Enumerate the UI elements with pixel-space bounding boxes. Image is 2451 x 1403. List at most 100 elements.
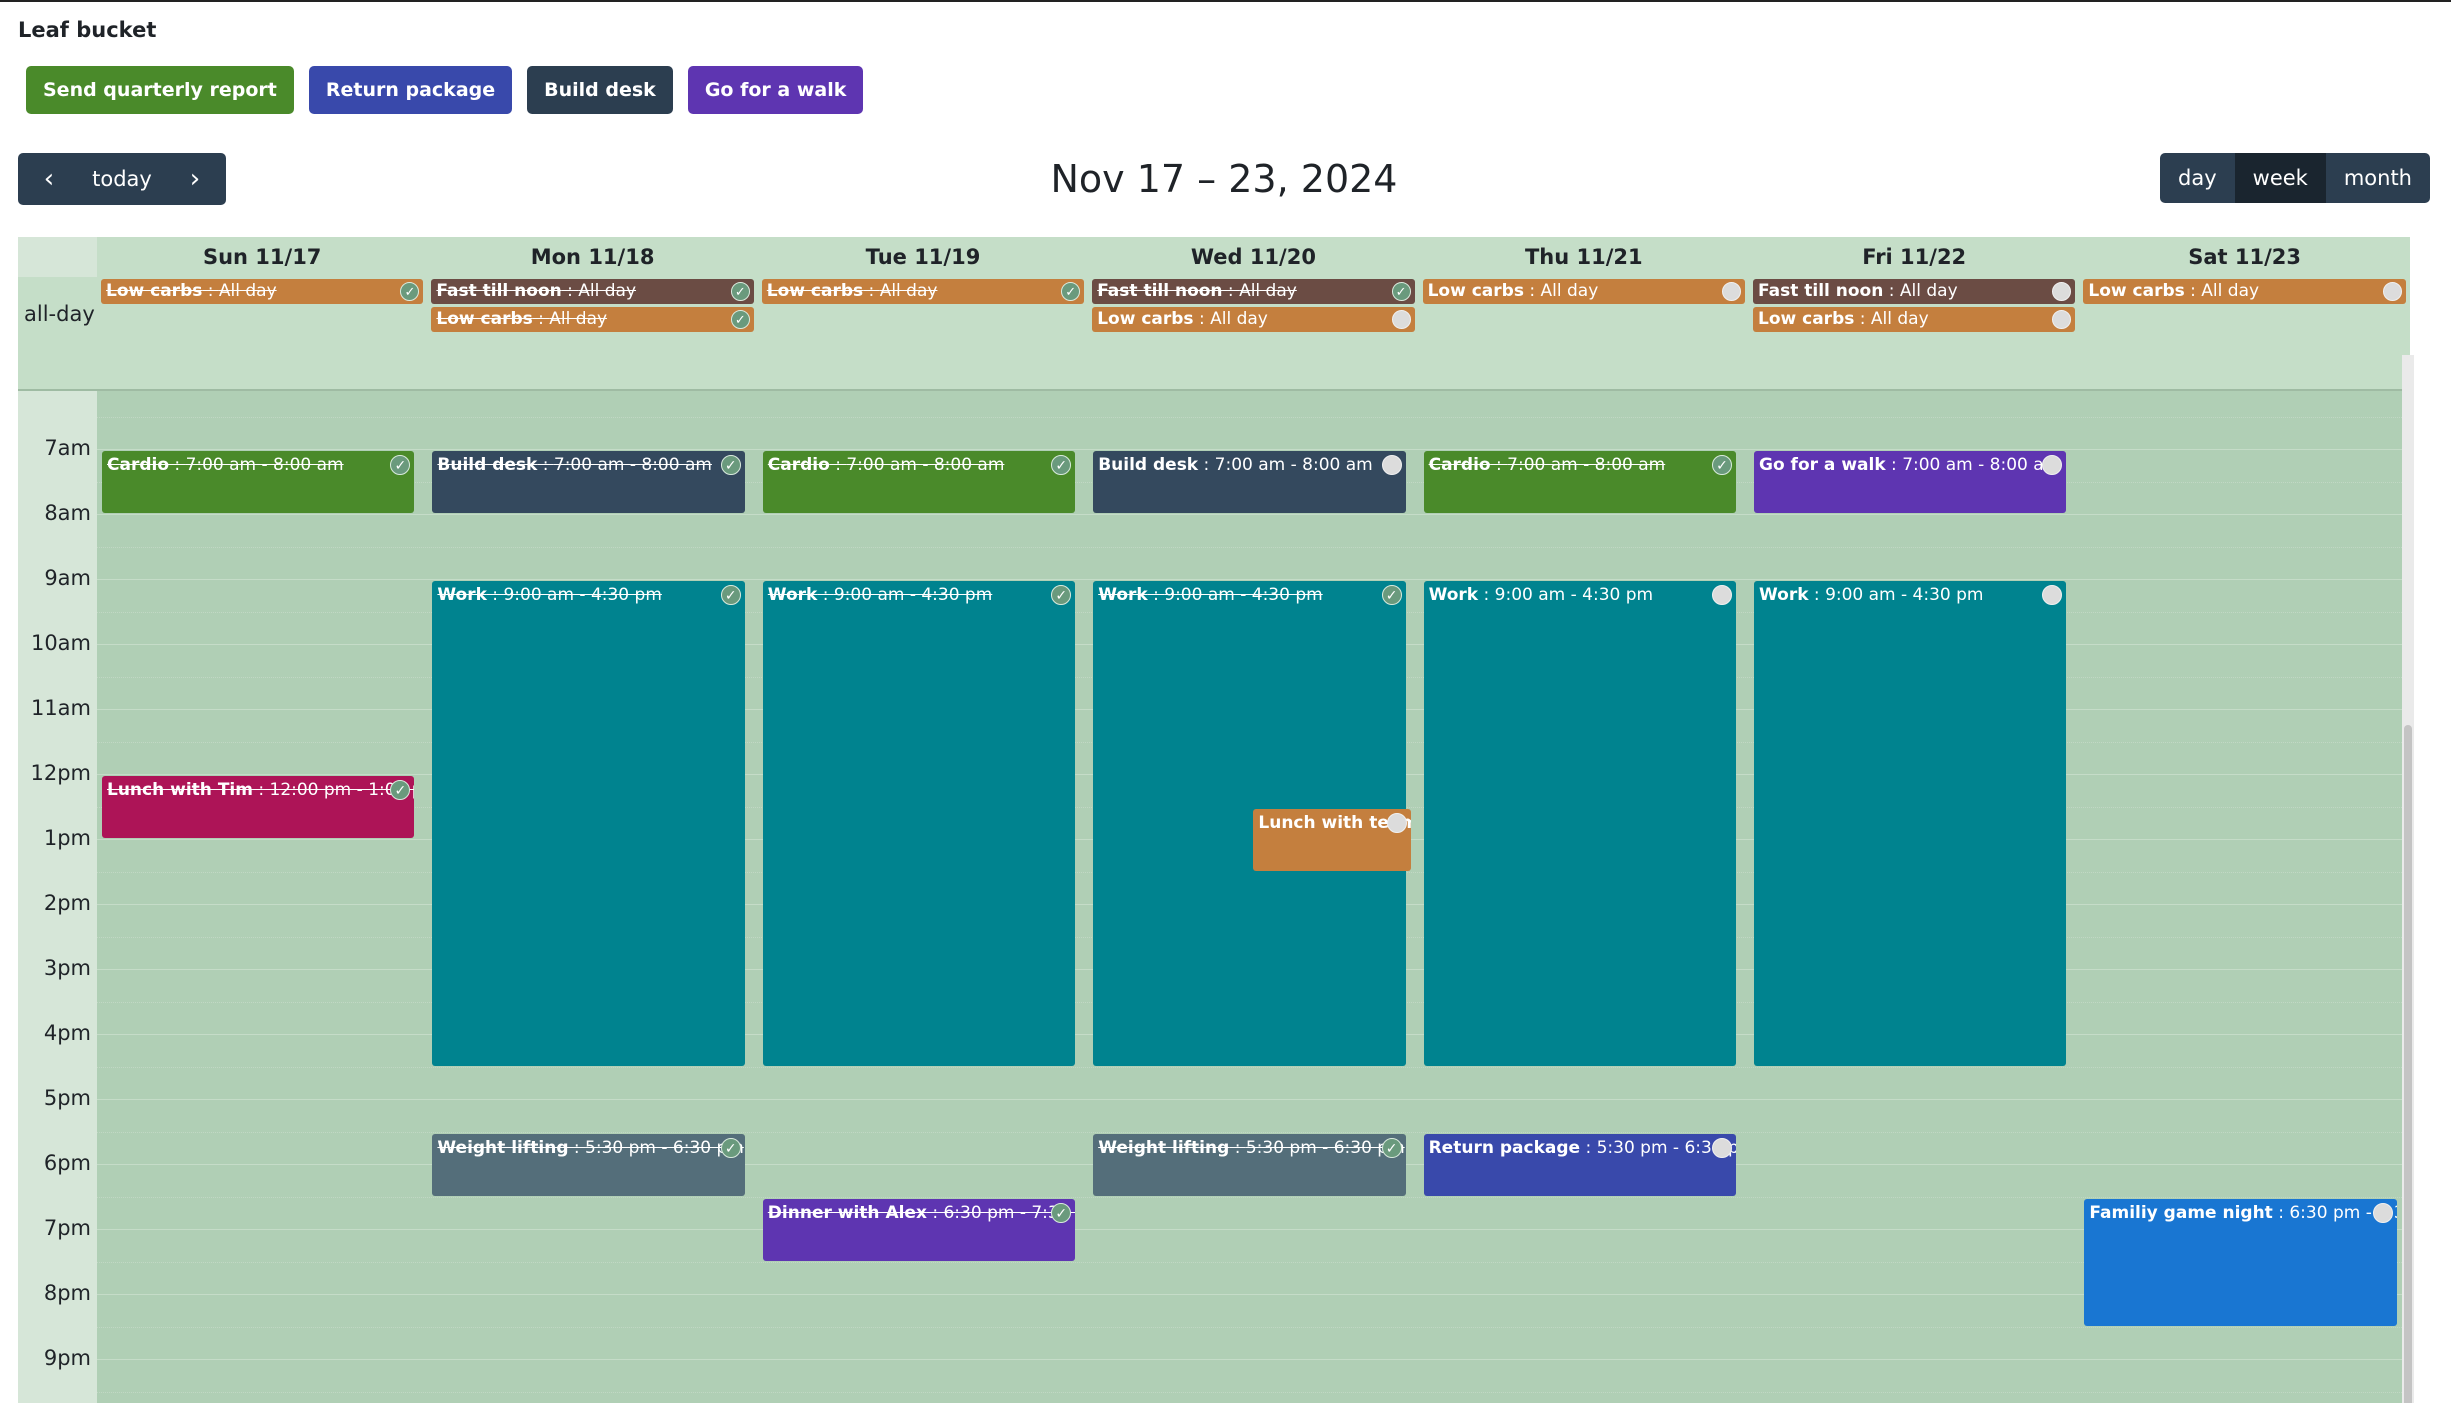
unchecked-circle-icon[interactable] <box>1391 310 1411 329</box>
unchecked-circle-icon[interactable] <box>2042 585 2063 605</box>
today-button[interactable]: today <box>80 153 164 205</box>
event-time: 7:00 am - 8:00 am <box>553 455 712 475</box>
checked-icon[interactable]: ✓ <box>1061 282 1081 301</box>
day-header-sat-11-23[interactable]: Sat 11/23 <box>2079 237 2409 277</box>
chip-go-for-a-walk[interactable]: Go for a walk <box>687 66 864 114</box>
event-dinner-with-alex[interactable]: Dinner with Alex : 6:30 pm - 7:30 pm✓ <box>762 1198 1076 1261</box>
nav-button-group: ‹ today › <box>18 153 226 205</box>
event-cardio[interactable]: Cardio : 7:00 am - 8:00 am ✓ <box>1423 451 1736 513</box>
unchecked-circle-icon[interactable] <box>1721 282 1741 301</box>
checked-icon[interactable]: ✓ <box>720 1137 741 1158</box>
checked-icon[interactable]: ✓ <box>400 282 420 301</box>
event-separator: : <box>1193 309 1211 329</box>
unchecked-circle-icon[interactable] <box>1711 585 1732 605</box>
unchecked-circle-icon[interactable] <box>1381 455 1402 475</box>
allday-event-low-carbs[interactable]: Low carbs : All day <box>2083 279 2406 304</box>
chip-build-desk[interactable]: Build desk <box>527 66 673 114</box>
event-time: All day <box>1540 281 1599 301</box>
allday-event-low-carbs[interactable]: Low carbs : All day ✓ <box>761 279 1085 304</box>
event-time: All day <box>1899 281 1958 301</box>
event-cardio[interactable]: Cardio : 7:00 am - 8:00 am ✓ <box>762 451 1076 513</box>
unchecked-circle-icon[interactable] <box>2372 1202 2393 1223</box>
event-lunch-with-tim[interactable]: Lunch with Tim : 12:00 pm - 1:00 pm✓ <box>102 776 415 838</box>
view-week-button[interactable]: week <box>2234 153 2326 203</box>
checked-icon[interactable]: ✓ <box>730 282 750 301</box>
checked-icon[interactable]: ✓ <box>1051 1202 1072 1223</box>
day-header-thu-11-21[interactable]: Thu 11/21 <box>1419 237 1749 277</box>
event-text: Low carbs : All day <box>436 309 607 329</box>
event-separator: : <box>1478 585 1495 605</box>
hour-row-8pm <box>18 1294 2410 1358</box>
event-separator: : <box>2184 281 2202 301</box>
event-separator: : <box>202 281 219 301</box>
event-text: Work : 9:00 am - 4:30 pm <box>768 585 993 605</box>
checked-icon[interactable]: ✓ <box>390 455 411 475</box>
unchecked-circle-icon[interactable] <box>2052 310 2072 329</box>
next-week-button[interactable]: › <box>164 153 226 205</box>
allday-event-low-carbs[interactable]: Low carbs : All day <box>1753 307 2076 332</box>
allday-event-low-carbs[interactable]: Low carbs : All day <box>1092 307 1415 332</box>
event-build-desk[interactable]: Build desk : 7:00 am - 8:00 am <box>1093 451 1406 513</box>
event-separator: : <box>2272 1202 2290 1223</box>
vertical-scrollbar[interactable] <box>2402 355 2414 1403</box>
event-text: Go for a walk : 7:00 am - 8:00 am <box>1759 455 2060 475</box>
checked-icon[interactable]: ✓ <box>720 455 741 475</box>
allday-event-fast-till-noon[interactable]: Fast till noon : All day <box>1753 279 2076 304</box>
app-title: Leaf bucket <box>18 18 157 42</box>
event-weight-lifting[interactable]: Weight lifting : 5:30 pm - 6:30 pm ✓ <box>432 1133 745 1196</box>
checked-icon[interactable]: ✓ <box>730 310 750 329</box>
event-title: Dinner with Alex <box>767 1202 927 1223</box>
event-text: Dinner with Alex : 6:30 pm - 7:30 pm <box>768 1203 1075 1223</box>
event-separator: : <box>1198 455 1215 475</box>
checked-icon[interactable]: ✓ <box>1711 455 1732 475</box>
event-work[interactable]: Work : 9:00 am - 4:30 pm ✓ <box>762 581 1076 1066</box>
day-header-sun-11-17[interactable]: Sun 11/17 <box>97 237 427 277</box>
event-weight-lifting[interactable]: Weight lifting : 5:30 pm - 6:30 pm ✓ <box>1093 1133 1406 1196</box>
day-header-mon-11-18[interactable]: Mon 11/18 <box>427 237 757 277</box>
day-header-wed-11-20[interactable]: Wed 11/20 <box>1088 237 1418 277</box>
event-go-for-a-walk[interactable]: Go for a walk : 7:00 am - 8:00 am <box>1754 451 2067 513</box>
checked-icon[interactable]: ✓ <box>1051 585 1072 605</box>
event-title: Fast till noon <box>436 281 562 301</box>
view-month-button[interactable]: month <box>2325 153 2430 203</box>
event-text: Low carbs : All day <box>767 281 938 301</box>
chip-return-package[interactable]: Return package <box>308 66 513 114</box>
checked-icon[interactable]: ✓ <box>1381 1137 1402 1158</box>
half-hour-line <box>97 547 2410 548</box>
checked-icon[interactable]: ✓ <box>720 585 741 605</box>
day-header-fri-11-22[interactable]: Fri 11/22 <box>1749 237 2079 277</box>
event-work[interactable]: Work : 9:00 am - 4:30 pm <box>1423 581 1736 1066</box>
unchecked-circle-icon[interactable] <box>1386 812 1407 833</box>
event-separator: : <box>1490 455 1508 475</box>
event-title: Low carbs <box>106 281 203 301</box>
event-title: Low carbs <box>1758 309 1855 329</box>
event-work[interactable]: Work : 9:00 am - 4:30 pm ✓ <box>432 581 745 1066</box>
event-text: Cardio : 7:00 am - 8:00 am <box>768 455 1005 475</box>
event-work[interactable]: Work : 9:00 am - 4:30 pm <box>1754 581 2067 1066</box>
allday-event-fast-till-noon[interactable]: Fast till noon : All day ✓ <box>431 279 754 304</box>
prev-week-button[interactable]: ‹ <box>18 153 80 205</box>
event-cardio[interactable]: Cardio : 7:00 am - 8:00 am ✓ <box>102 451 415 513</box>
event-familiy-game-night[interactable]: Familiy game night : 6:30 pm - 8:30 pm <box>2084 1198 2397 1326</box>
unchecked-circle-icon[interactable] <box>1711 1137 1732 1158</box>
event-title: Build desk <box>1098 455 1199 475</box>
event-lunch-with-team[interactable]: Lunch with team <box>1253 808 1411 871</box>
allday-event-low-carbs[interactable]: Low carbs : All day ✓ <box>101 279 424 304</box>
chip-send-quarterly-report[interactable]: Send quarterly report <box>26 66 294 114</box>
event-build-desk[interactable]: Build desk : 7:00 am - 8:00 am ✓ <box>432 451 745 513</box>
half-hour-line <box>97 417 2410 418</box>
event-text: Cardio : 7:00 am - 8:00 am <box>107 455 344 475</box>
checked-icon[interactable]: ✓ <box>1051 455 1072 475</box>
scrollbar-thumb[interactable] <box>2404 725 2412 1403</box>
event-return-package[interactable]: Return package : 5:30 pm - 6:30 pm <box>1423 1133 1736 1196</box>
unchecked-circle-icon[interactable] <box>2382 282 2402 301</box>
allday-event-fast-till-noon[interactable]: Fast till noon : All day ✓ <box>1092 279 1415 304</box>
view-day-button[interactable]: day <box>2160 153 2235 203</box>
day-header-tue-11-19[interactable]: Tue 11/19 <box>758 237 1088 277</box>
unchecked-circle-icon[interactable] <box>2052 282 2072 301</box>
allday-event-low-carbs[interactable]: Low carbs : All day <box>1422 279 1745 304</box>
checked-icon[interactable]: ✓ <box>1381 585 1402 605</box>
allday-event-low-carbs[interactable]: Low carbs : All day ✓ <box>431 307 754 332</box>
checked-icon[interactable]: ✓ <box>1391 282 1411 301</box>
hour-row-8am <box>18 514 2410 578</box>
